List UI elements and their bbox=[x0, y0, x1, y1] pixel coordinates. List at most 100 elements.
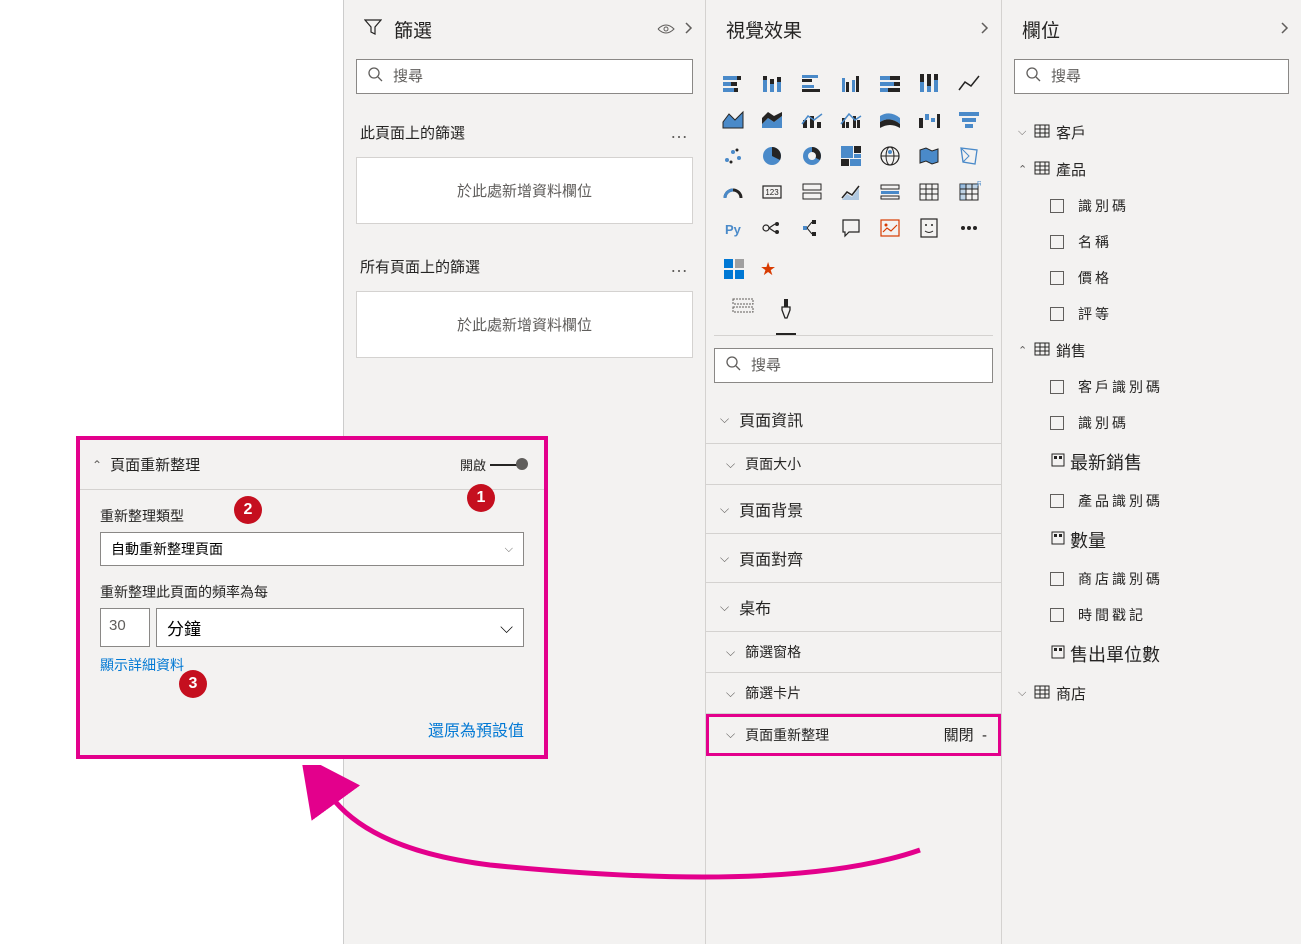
filters-search[interactable] bbox=[356, 59, 693, 94]
stacked-column-100-icon[interactable] bbox=[916, 71, 942, 97]
section-wallpaper[interactable]: ⌵桌布 bbox=[706, 583, 1001, 632]
format-search[interactable] bbox=[714, 348, 993, 383]
checkbox[interactable] bbox=[1050, 608, 1064, 622]
map-icon[interactable] bbox=[877, 143, 903, 169]
field-units-sold[interactable]: 售出單位數 bbox=[1002, 633, 1301, 675]
field-sales-timestamp[interactable]: 時間戳記 bbox=[1002, 597, 1301, 633]
visibility-icon[interactable] bbox=[657, 19, 675, 41]
slicer-icon[interactable] bbox=[877, 179, 903, 205]
section-filter-pane[interactable]: ⌵篩選窗格 bbox=[706, 632, 1001, 673]
field-quantity[interactable]: 數量 bbox=[1002, 519, 1301, 561]
qa-visual-icon[interactable] bbox=[838, 215, 864, 241]
waterfall-icon[interactable] bbox=[916, 107, 942, 133]
section-page-size[interactable]: ⌵頁面大小 bbox=[706, 444, 1001, 485]
field-sales-customer-id[interactable]: 客戶識別碼 bbox=[1002, 369, 1301, 405]
reset-defaults-link[interactable]: 還原為預設值 bbox=[428, 723, 524, 740]
collapse-icon[interactable] bbox=[1279, 19, 1289, 41]
toggle-on[interactable] bbox=[490, 464, 526, 466]
more-icon[interactable]: … bbox=[670, 256, 689, 277]
field-sales-id[interactable]: 識別碼 bbox=[1002, 405, 1301, 441]
section-page-background[interactable]: ⌵頁面背景 bbox=[706, 485, 1001, 534]
funnel-icon[interactable] bbox=[956, 107, 982, 133]
line-column-icon[interactable] bbox=[799, 107, 825, 133]
chevron-down-icon: ⌵ bbox=[505, 543, 513, 556]
this-page-filter-dropzone[interactable]: 於此處新增資料欄位 bbox=[356, 157, 693, 224]
checkbox[interactable] bbox=[1050, 307, 1064, 321]
multi-card-icon[interactable] bbox=[799, 179, 825, 205]
checkbox[interactable] bbox=[1050, 416, 1064, 430]
fields-search[interactable] bbox=[1014, 59, 1289, 94]
matrix-icon[interactable]: R bbox=[956, 179, 982, 205]
viz-tabs bbox=[714, 290, 993, 336]
checkbox[interactable] bbox=[1050, 199, 1064, 213]
line-chart-icon[interactable] bbox=[956, 71, 982, 97]
collapse-icon[interactable] bbox=[683, 19, 693, 41]
donut-icon[interactable] bbox=[799, 143, 825, 169]
field-latest-sales[interactable]: 最新銷售 bbox=[1002, 441, 1301, 483]
field-product-rating[interactable]: 評等 bbox=[1002, 296, 1301, 332]
svg-text:Py: Py bbox=[725, 222, 742, 237]
key-influencer-icon[interactable] bbox=[759, 215, 785, 241]
field-product-id[interactable]: 識別碼 bbox=[1002, 188, 1301, 224]
filled-map-icon[interactable] bbox=[916, 143, 942, 169]
interval-unit-dropdown[interactable]: 分鐘 ⌵ bbox=[156, 608, 524, 647]
gauge-icon[interactable] bbox=[720, 179, 746, 205]
table-customer[interactable]: ⌵客戶 bbox=[1002, 114, 1301, 151]
card-icon[interactable]: 123 bbox=[759, 179, 785, 205]
app-source-icon[interactable] bbox=[724, 259, 744, 280]
checkbox[interactable] bbox=[1050, 235, 1064, 249]
fields-tree: ⌵客戶 ⌃產品 識別碼 名稱 價格 評等 ⌃銷售 客戶識別碼 識別碼 最新銷售 … bbox=[1002, 106, 1301, 720]
more-icon[interactable]: … bbox=[670, 122, 689, 143]
clustered-column-icon[interactable] bbox=[838, 71, 864, 97]
interval-value-input[interactable]: 30 bbox=[100, 608, 150, 647]
r-visual-icon[interactable]: Py bbox=[720, 215, 746, 241]
field-product-price[interactable]: 價格 bbox=[1002, 260, 1301, 296]
stacked-bar-100-icon[interactable] bbox=[877, 71, 903, 97]
fields-search-input[interactable] bbox=[1051, 68, 1278, 85]
table-sales[interactable]: ⌃銷售 bbox=[1002, 332, 1301, 369]
paginated-report-icon[interactable] bbox=[916, 215, 942, 241]
table-icon bbox=[1034, 685, 1056, 703]
table-product[interactable]: ⌃產品 bbox=[1002, 151, 1301, 188]
refresh-type-dropdown[interactable]: 自動重新整理頁面 ⌵ bbox=[100, 532, 524, 566]
line-clustered-column-icon[interactable] bbox=[838, 107, 864, 133]
checkbox[interactable] bbox=[1050, 271, 1064, 285]
field-sales-product-id[interactable]: 產品識別碼 bbox=[1002, 483, 1301, 519]
table-store[interactable]: ⌵商店 bbox=[1002, 675, 1301, 712]
show-details-link[interactable]: 顯示詳細資料 bbox=[100, 657, 184, 673]
stacked-column-icon[interactable] bbox=[759, 71, 785, 97]
format-search-input[interactable] bbox=[751, 357, 982, 374]
favorite-icon[interactable]: ★ bbox=[760, 259, 776, 280]
pie-icon[interactable] bbox=[759, 143, 785, 169]
ribbon-chart-icon[interactable] bbox=[877, 107, 903, 133]
area-chart-icon[interactable] bbox=[720, 107, 746, 133]
decomposition-tree-icon[interactable] bbox=[799, 215, 825, 241]
section-page-alignment[interactable]: ⌵頁面對齊 bbox=[706, 534, 1001, 583]
fields-tab[interactable] bbox=[732, 298, 754, 335]
smart-narrative-icon[interactable] bbox=[877, 215, 903, 241]
shape-map-icon[interactable] bbox=[956, 143, 982, 169]
section-page-refresh[interactable]: ⌵ 頁面重新整理 關閉 - bbox=[706, 714, 1001, 756]
callout-header[interactable]: ⌃ 頁面重新整理 開啟 bbox=[80, 440, 544, 490]
checkbox[interactable] bbox=[1050, 380, 1064, 394]
filters-search-input[interactable] bbox=[393, 68, 682, 85]
section-filter-card[interactable]: ⌵篩選卡片 bbox=[706, 673, 1001, 714]
all-pages-filter-dropzone[interactable]: 於此處新增資料欄位 bbox=[356, 291, 693, 358]
stacked-area-icon[interactable] bbox=[759, 107, 785, 133]
clustered-bar-icon[interactable] bbox=[799, 71, 825, 97]
format-tab[interactable] bbox=[776, 298, 796, 335]
collapse-icon[interactable] bbox=[979, 19, 989, 41]
treemap-icon[interactable] bbox=[838, 143, 864, 169]
kpi-icon[interactable] bbox=[838, 179, 864, 205]
svg-text:R: R bbox=[977, 181, 981, 188]
more-visuals-icon[interactable] bbox=[956, 215, 982, 241]
scatter-icon[interactable] bbox=[720, 143, 746, 169]
checkbox[interactable] bbox=[1050, 572, 1064, 586]
table-icon[interactable] bbox=[916, 179, 942, 205]
field-product-name[interactable]: 名稱 bbox=[1002, 224, 1301, 260]
chevron-down-icon: ⌵ bbox=[726, 727, 735, 742]
field-sales-store-id[interactable]: 商店識別碼 bbox=[1002, 561, 1301, 597]
stacked-bar-icon[interactable] bbox=[720, 71, 746, 97]
section-page-info[interactable]: ⌵頁面資訊 bbox=[706, 395, 1001, 444]
checkbox[interactable] bbox=[1050, 494, 1064, 508]
